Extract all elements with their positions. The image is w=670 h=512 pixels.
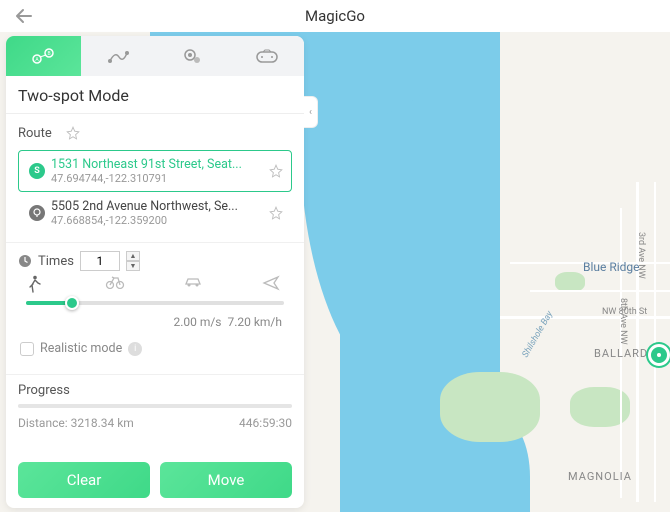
map-label-ballard: BALLARD — [594, 347, 648, 360]
speed-slider[interactable] — [26, 295, 284, 311]
favorite-end-icon[interactable] — [265, 202, 287, 224]
progress-header: Progress — [18, 383, 292, 398]
map-label-3rd-ave: 3rd Ave NW — [636, 232, 646, 279]
side-panel: ‹ AB Two-spot Mode Route — [6, 36, 304, 508]
move-button[interactable]: Move — [160, 462, 292, 498]
mode-title: Two-spot Mode — [6, 76, 304, 114]
app-title: MagicGo — [305, 7, 365, 25]
clock-icon — [18, 254, 32, 268]
transport-bike[interactable] — [105, 275, 127, 293]
speed-kmh: 7.20 km/h — [227, 315, 282, 329]
times-down-button[interactable]: ▼ — [126, 261, 140, 271]
map-label-blue-ridge: Blue Ridge — [583, 260, 640, 274]
tab-joystick[interactable] — [230, 36, 305, 76]
transport-walk[interactable] — [26, 275, 48, 293]
times-up-button[interactable]: ▲ — [126, 251, 140, 261]
route-start[interactable]: S 1531 Northeast 91st Street, Seat... 47… — [18, 150, 292, 192]
realistic-checkbox[interactable] — [20, 342, 34, 356]
route-start-coord: 47.694744,-122.310791 — [51, 172, 261, 185]
tab-two-spot[interactable]: AB — [6, 36, 81, 76]
route-start-address: 1531 Northeast 91st Street, Seat... — [51, 157, 261, 172]
collapse-panel-button[interactable]: ‹ — [304, 96, 318, 128]
clear-button[interactable]: Clear — [18, 462, 150, 498]
times-input[interactable] — [80, 251, 120, 271]
route-end-coord: 47.668854,-122.359200 — [51, 214, 261, 227]
speed-ms: 2.00 m/s — [173, 315, 221, 329]
progress-bar — [18, 404, 292, 408]
transport-car[interactable] — [183, 275, 205, 293]
tab-teleport[interactable] — [155, 36, 230, 76]
end-marker-icon — [29, 205, 45, 221]
current-location-pin[interactable] — [648, 344, 670, 366]
map-label-8th-ave: 8th Ave NW — [618, 298, 628, 345]
svg-text:B: B — [48, 51, 51, 57]
route-end-address: 5505 2nd Avenue Northwest, Se... — [51, 199, 261, 214]
times-label: Times — [38, 254, 74, 269]
mode-tabs: AB — [6, 36, 304, 76]
back-button[interactable] — [12, 4, 36, 28]
slider-thumb[interactable] — [65, 296, 79, 310]
start-marker-icon: S — [29, 163, 45, 179]
favorite-route-icon[interactable] — [62, 122, 84, 144]
map-label-magnolia: MAGNOLIA — [568, 470, 632, 483]
favorite-start-icon[interactable] — [265, 160, 287, 182]
route-header: Route — [18, 126, 52, 141]
realistic-info-icon[interactable]: i — [128, 342, 142, 356]
route-end[interactable]: 5505 2nd Avenue Northwest, Se... 47.6688… — [18, 192, 292, 234]
transport-plane[interactable] — [262, 275, 284, 293]
duration-value: 446:59:30 — [239, 416, 292, 430]
times-stepper: ▲ ▼ — [126, 251, 140, 271]
tab-multi-spot[interactable] — [81, 36, 156, 76]
realistic-label: Realistic mode — [40, 341, 122, 356]
distance-value: Distance: 3218.34 km — [18, 416, 134, 430]
